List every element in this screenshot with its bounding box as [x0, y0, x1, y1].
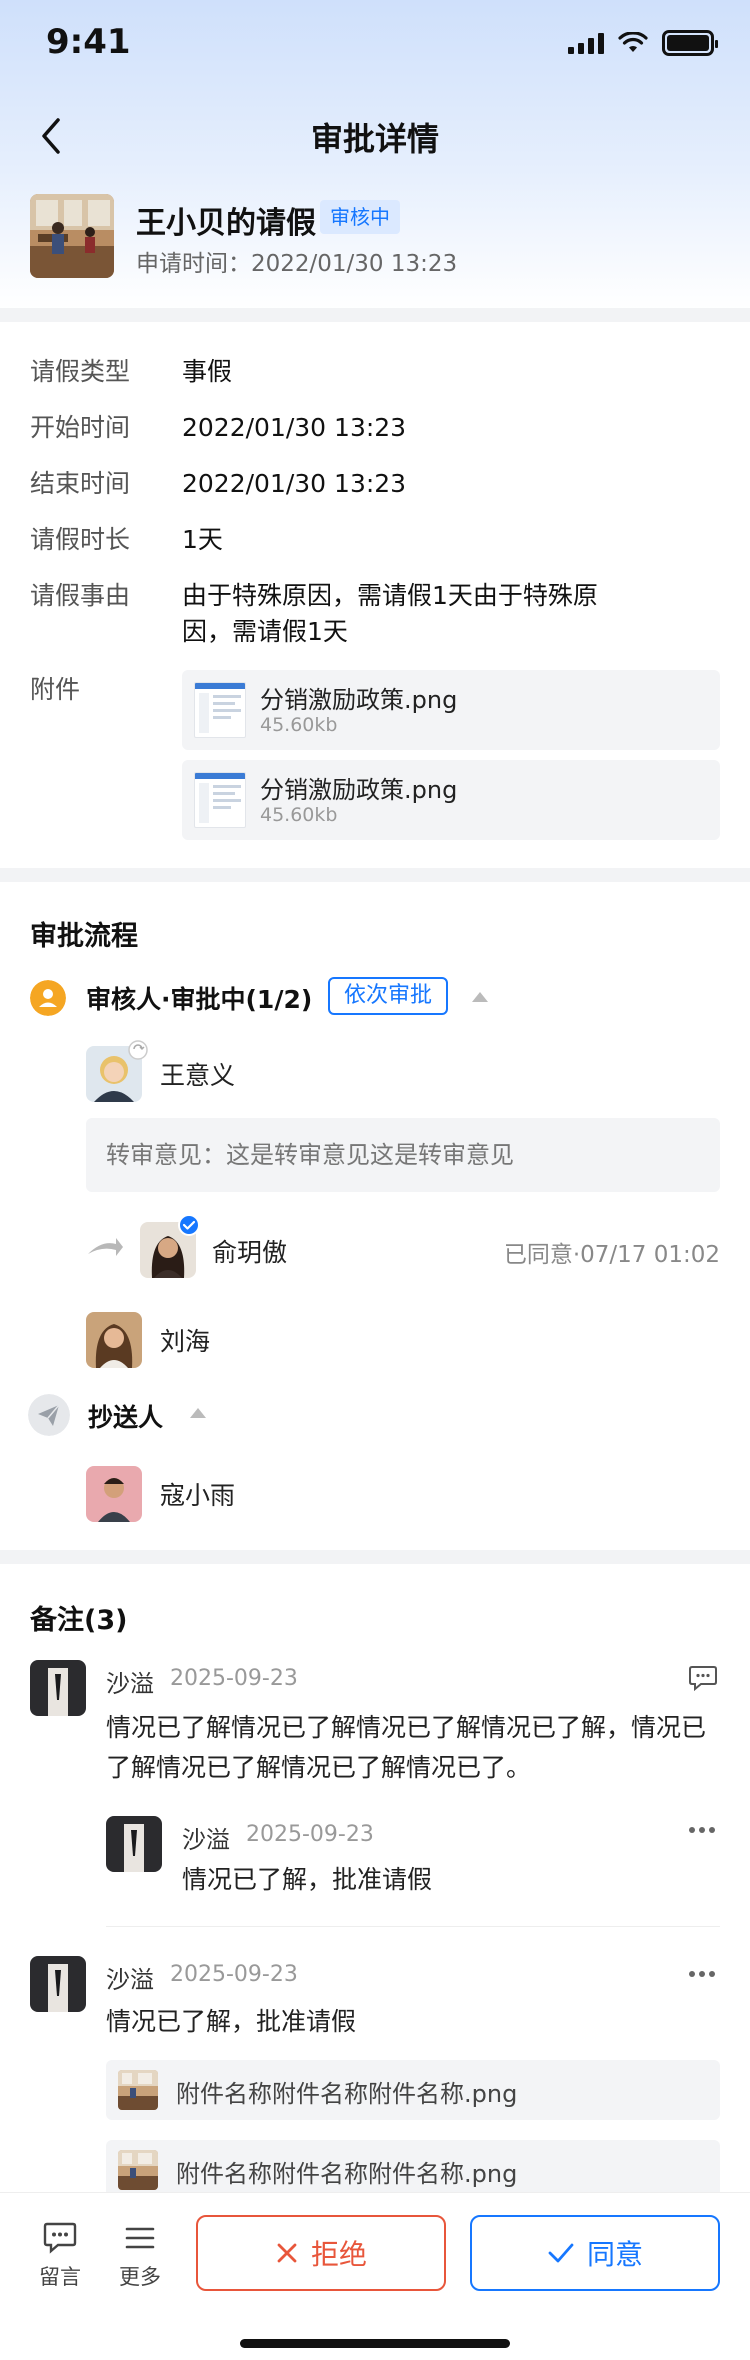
- agree-button[interactable]: 同意: [470, 2215, 720, 2291]
- file-thumbnail: [194, 772, 246, 828]
- attachment-file[interactable]: 分销激励政策.png 45.60kb: [182, 760, 720, 840]
- system-icons: [568, 30, 718, 56]
- section-divider: [0, 308, 750, 322]
- close-icon: [277, 2243, 297, 2263]
- detail-label: 请假事由: [30, 581, 131, 610]
- collapse-caret-icon[interactable]: [472, 992, 488, 1002]
- approved-check-icon: [178, 1214, 200, 1236]
- check-icon: [548, 2243, 574, 2263]
- comment-date: 2025-09-23: [170, 1962, 298, 1987]
- applicant-photo: [30, 194, 114, 278]
- reviewer-name: 刘海: [160, 1327, 211, 1356]
- comment-icon: [43, 2222, 77, 2254]
- cc-name: 寇小雨: [160, 1481, 236, 1510]
- file-thumbnail: [194, 682, 246, 738]
- detail-value: 2022/01/30 13:23: [182, 413, 407, 442]
- detail-label: 请假类型: [30, 357, 131, 386]
- avatar: [106, 1816, 162, 1872]
- reviewer-name: 王意义: [160, 1061, 236, 1090]
- section-divider: [0, 868, 750, 882]
- home-indicator: [240, 2339, 510, 2348]
- avatar: [86, 1466, 142, 1522]
- avatar: [86, 1312, 142, 1368]
- comment-author: 沙溢: [106, 1966, 154, 1994]
- detail-value: 2022/01/30 13:23: [182, 469, 407, 498]
- reply-date: 2025-09-23: [246, 1822, 374, 1847]
- more-label: 更多: [119, 2265, 161, 2289]
- detail-row-reason: 请假事由 由于特殊原因，需请假1天由于特殊原因，需请假1天: [30, 578, 720, 654]
- avatar: [30, 1956, 86, 2012]
- detail-value: 事假: [182, 357, 233, 386]
- reviewer-step-icon: [30, 980, 66, 1016]
- bottom-action-bar: 留言 更多 拒绝 同意: [0, 2192, 750, 2360]
- approval-mode-tag: 依次审批: [328, 977, 449, 1015]
- comment-author: 沙溢: [106, 1670, 154, 1698]
- flow-section-title: 审批流程: [30, 921, 138, 952]
- detail-value: 1天: [182, 525, 223, 554]
- attachment-thumbnail: [118, 2070, 158, 2110]
- agree-label: 同意: [586, 2238, 643, 2271]
- comment-text: 情况已了解，批准请假: [106, 2007, 357, 2036]
- detail-label: 结束时间: [30, 469, 131, 498]
- apply-time: 申请时间：2022/01/30 13:23: [136, 251, 458, 277]
- status-bar: 9:41: [0, 0, 750, 88]
- approval-status: 已同意·07/17 01:02: [503, 1242, 720, 1268]
- transfer-icon: [128, 1040, 148, 1060]
- section-divider: [0, 1550, 750, 1564]
- attachment-thumbnail: [118, 2150, 158, 2190]
- detail-label: 附件: [30, 675, 81, 704]
- comment-text: 情况已了解情况已了解情况已了解情况已了解，情况已了解情况已了解情况已了解情况已了…: [106, 1713, 707, 1782]
- more-dots-icon[interactable]: [688, 1970, 716, 1978]
- detail-label: 开始时间: [30, 413, 131, 442]
- detail-value: 由于特殊原因，需请假1天由于特殊原因，需请假1天: [182, 581, 598, 646]
- status-badge: 审核中: [320, 200, 400, 234]
- page-title: 审批详情: [310, 120, 439, 158]
- file-name: 分销激励政策.png: [260, 776, 458, 804]
- menu-icon: [125, 2227, 155, 2249]
- detail-label: 请假时长: [30, 525, 131, 554]
- reject-button[interactable]: 拒绝: [196, 2215, 446, 2291]
- comment-attachment[interactable]: 附件名称附件名称附件名称.png: [106, 2140, 720, 2200]
- forward-arrow-icon: [88, 1238, 123, 1256]
- request-title: 王小贝的请假: [136, 206, 316, 241]
- file-name: 分销激励政策.png: [260, 686, 458, 714]
- comment-divider: [106, 1926, 720, 1927]
- comment-attachment[interactable]: 附件名称附件名称附件名称.png: [106, 2060, 720, 2120]
- applicant-header: 王小贝的请假 审核中 申请时间：2022/01/30 13:23: [30, 194, 720, 280]
- attachment-file[interactable]: 分销激励政策.png 45.60kb: [182, 670, 720, 750]
- reply-text: 情况已了解，批准请假: [182, 1865, 433, 1894]
- reply-icon[interactable]: [688, 1664, 718, 1692]
- leave-comment-button[interactable]: 留言: [28, 2221, 92, 2291]
- cc-step-label: 抄送人: [88, 1403, 164, 1432]
- attachment-name: 附件名称附件名称附件名称.png: [176, 2080, 518, 2108]
- attachment-name: 附件名称附件名称附件名称.png: [176, 2160, 518, 2188]
- collapse-caret-icon[interactable]: [190, 1408, 206, 1418]
- more-button[interactable]: 更多: [108, 2221, 172, 2291]
- reviewer-step-label: 审核人·审批中(1/2): [86, 985, 313, 1014]
- file-size: 45.60kb: [260, 804, 338, 826]
- comments-section-title: 备注(3): [30, 1605, 128, 1636]
- nav-bar: 审批详情: [0, 96, 750, 176]
- file-size: 45.60kb: [260, 714, 338, 736]
- reject-label: 拒绝: [310, 2238, 367, 2271]
- reply-author: 沙溢: [182, 1826, 230, 1854]
- avatar: [30, 1660, 86, 1716]
- cc-step-icon: [28, 1394, 70, 1436]
- leave-comment-label: 留言: [39, 2265, 81, 2289]
- reviewer-name: 俞玥傲: [212, 1238, 288, 1267]
- cellular-signal-icon: [568, 32, 604, 54]
- more-dots-icon[interactable]: [688, 1826, 716, 1834]
- clock: 9:41: [46, 22, 131, 62]
- battery-icon: [662, 30, 718, 56]
- transfer-opinion: 转审意见：这是转审意见这是转审意见: [86, 1118, 720, 1192]
- wifi-icon: [618, 32, 648, 52]
- comment-date: 2025-09-23: [170, 1666, 298, 1691]
